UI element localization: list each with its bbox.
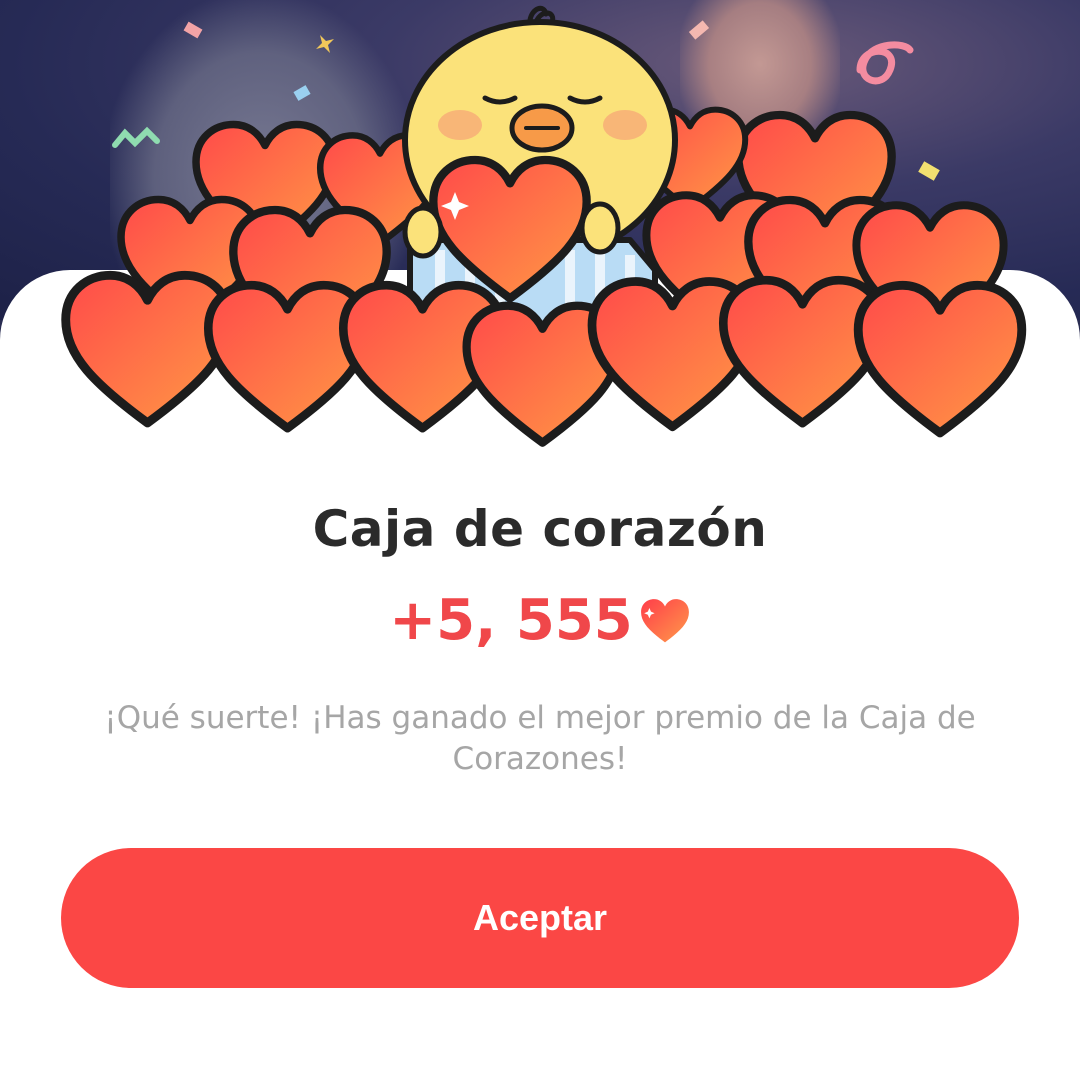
dialog-title: Caja de corazón [312,500,768,558]
reward-message: ¡Qué suerte! ¡Has ganado el mejor premio… [104,700,976,777]
accept-button[interactable]: Aceptar [61,848,1019,988]
heart-icon [640,598,689,642]
heart-box-illustration [40,5,1040,450]
reward-amount-row: +5, 555 [0,588,1080,653]
accept-button-label: Aceptar [472,897,608,938]
reward-amount: +5, 555 [389,588,633,653]
